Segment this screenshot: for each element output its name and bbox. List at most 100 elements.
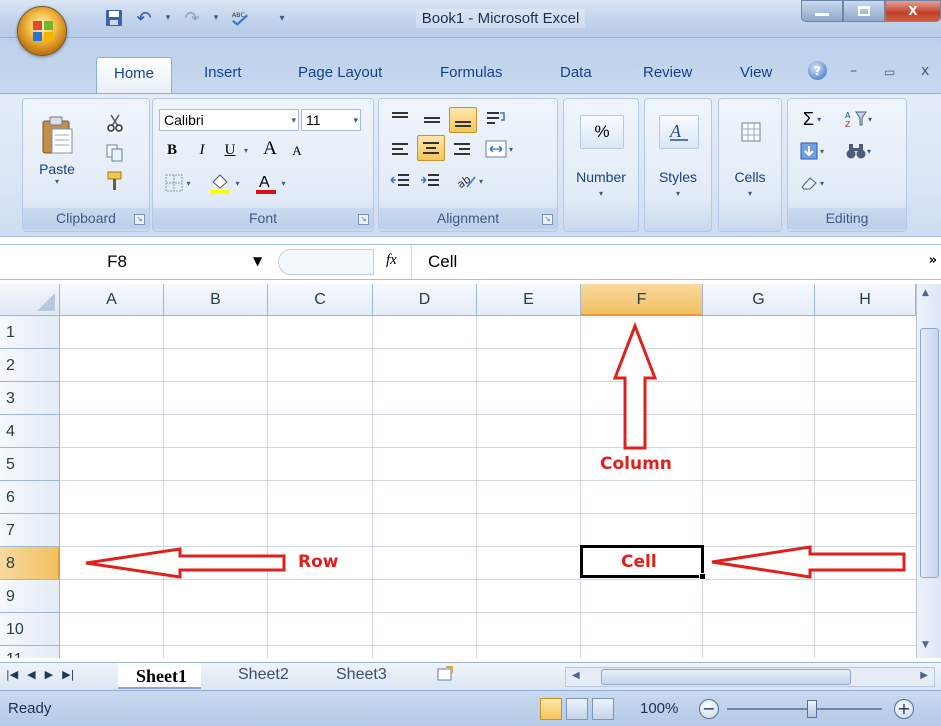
paste-button[interactable]: Paste ▾ <box>31 107 83 193</box>
align-middle-icon[interactable] <box>419 107 445 131</box>
column-header-h[interactable]: H <box>815 284 916 316</box>
select-all-button[interactable] <box>0 284 60 316</box>
font-name-dropdown-icon[interactable]: ▾ <box>291 110 296 130</box>
row-header-10[interactable]: 10 <box>0 613 60 646</box>
row-header-6[interactable]: 6 <box>0 481 60 514</box>
borders-button[interactable]: ▾ <box>161 171 195 195</box>
row-header-8[interactable]: 8 <box>0 547 60 580</box>
column-header-f[interactable]: F <box>581 284 703 316</box>
fill-handle[interactable] <box>699 573 706 580</box>
number-dropdown-icon[interactable]: ▾ <box>564 189 638 198</box>
number-percent-icon[interactable]: % <box>580 115 624 149</box>
sheet-tab-sheet1[interactable]: Sheet1 <box>118 663 201 689</box>
column-header-d[interactable]: D <box>373 284 477 316</box>
zoom-slider[interactable] <box>727 708 882 710</box>
maximize-button[interactable] <box>843 0 885 22</box>
orientation-wrap-icon[interactable] <box>483 107 509 131</box>
name-box-dropdown-icon[interactable]: ▼ <box>253 254 262 268</box>
column-header-b[interactable]: B <box>164 284 268 316</box>
first-sheet-icon[interactable]: |◀ <box>6 668 18 681</box>
number-button[interactable]: Number <box>564 169 638 185</box>
cut-icon[interactable] <box>105 113 125 133</box>
scroll-left-icon[interactable]: ◀ <box>572 670 580 681</box>
underline-button[interactable]: U <box>219 139 241 161</box>
align-bottom-icon[interactable] <box>449 107 477 133</box>
shrink-font-button[interactable]: A <box>287 141 307 161</box>
vertical-scrollbar[interactable]: ▲ ▼ <box>916 284 941 658</box>
doc-minimize-icon[interactable]: – <box>850 63 857 79</box>
column-header-a[interactable]: A <box>60 284 164 316</box>
zoom-out-icon[interactable]: − <box>699 699 719 719</box>
align-right-icon[interactable] <box>449 137 475 161</box>
tab-view[interactable]: View <box>740 64 772 81</box>
zoom-in-icon[interactable]: + <box>894 699 914 719</box>
cells-button[interactable]: Cells <box>719 169 781 185</box>
vertical-scroll-thumb[interactable] <box>920 328 939 578</box>
format-painter-icon[interactable] <box>105 171 125 191</box>
clipboard-launcher-icon[interactable]: ↘ <box>134 214 145 225</box>
doc-restore-icon[interactable]: ▭ <box>884 65 895 79</box>
horizontal-scroll-thumb[interactable] <box>601 669 851 685</box>
find-select-button[interactable]: ▾ <box>836 139 880 163</box>
align-center-icon[interactable] <box>417 135 445 161</box>
grow-font-button[interactable]: A <box>257 137 283 161</box>
column-header-e[interactable]: E <box>477 284 581 316</box>
sheet-tab-sheet3[interactable]: Sheet3 <box>318 663 401 689</box>
fill-color-button[interactable]: ▾ <box>201 169 247 197</box>
tab-insert[interactable]: Insert <box>204 64 242 81</box>
row-header-2[interactable]: 2 <box>0 349 60 382</box>
office-button[interactable] <box>17 6 67 56</box>
fill-button[interactable]: ▾ <box>794 139 830 163</box>
italic-button[interactable]: I <box>191 139 213 161</box>
help-icon[interactable]: ? <box>808 61 827 80</box>
font-color-button[interactable]: A ▾ <box>249 169 291 197</box>
column-header-g[interactable]: G <box>703 284 815 316</box>
formula-bar-splitter[interactable] <box>278 249 374 275</box>
tab-data[interactable]: Data <box>560 64 592 81</box>
row-header-4[interactable]: 4 <box>0 415 60 448</box>
sheet-tab-sheet2[interactable]: Sheet2 <box>220 663 303 689</box>
merge-center-button[interactable]: ▾ <box>479 137 519 161</box>
tab-review[interactable]: Review <box>643 64 692 81</box>
copy-icon[interactable] <box>105 143 125 163</box>
row-header-5[interactable]: 5 <box>0 448 60 481</box>
styles-button[interactable]: Styles <box>645 169 711 185</box>
row-header-7[interactable]: 7 <box>0 514 60 547</box>
decrease-indent-icon[interactable] <box>387 169 413 193</box>
horizontal-scrollbar[interactable]: ◀ ▶ <box>565 667 935 687</box>
column-header-c[interactable]: C <box>268 284 373 316</box>
font-size-combo[interactable]: 11 ▾ <box>301 109 361 131</box>
insert-function-icon[interactable]: fx <box>386 252 397 269</box>
alignment-launcher-icon[interactable]: ↘ <box>542 214 553 225</box>
font-size-dropdown-icon[interactable]: ▾ <box>353 110 358 130</box>
align-top-icon[interactable] <box>387 107 413 131</box>
tab-home[interactable]: Home <box>96 57 172 95</box>
page-break-preview-icon[interactable] <box>592 698 614 720</box>
autosum-button[interactable]: Σ ▾ <box>794 107 830 131</box>
scroll-down-icon[interactable]: ▼ <box>922 640 929 650</box>
close-button[interactable]: X <box>885 0 941 22</box>
row-header-11[interactable]: 11 <box>0 646 60 658</box>
last-sheet-icon[interactable]: ▶| <box>62 668 74 681</box>
normal-view-icon[interactable] <box>540 698 562 720</box>
cells-dropdown-icon[interactable]: ▾ <box>719 189 781 198</box>
bold-button[interactable]: B <box>161 139 183 161</box>
doc-close-icon[interactable]: x <box>921 63 929 79</box>
row-header-1[interactable]: 1 <box>0 316 60 349</box>
font-launcher-icon[interactable]: ↘ <box>358 214 369 225</box>
styles-dropdown-icon[interactable]: ▾ <box>645 189 711 198</box>
worksheet-grid[interactable]: A B C D E F G H 1 2 3 4 5 6 7 8 9 10 11 … <box>0 284 941 658</box>
row-header-9[interactable]: 9 <box>0 580 60 613</box>
zoom-level[interactable]: 100% <box>640 700 678 717</box>
formula-input[interactable]: Cell <box>428 245 457 279</box>
insert-sheet-icon[interactable] <box>418 663 458 689</box>
page-layout-view-icon[interactable] <box>566 698 588 720</box>
underline-dropdown-icon[interactable]: ▾ <box>241 139 251 161</box>
clear-button[interactable]: ▾ <box>794 171 830 195</box>
next-sheet-icon[interactable]: ▶ <box>45 668 53 681</box>
sort-filter-button[interactable]: AZ ▾ <box>836 107 880 131</box>
increase-indent-icon[interactable] <box>417 169 443 193</box>
name-box[interactable]: F8 <box>0 245 274 279</box>
expand-formula-bar-icon[interactable]: » <box>929 253 937 268</box>
orientation-button[interactable]: ab ▾ <box>449 169 489 193</box>
